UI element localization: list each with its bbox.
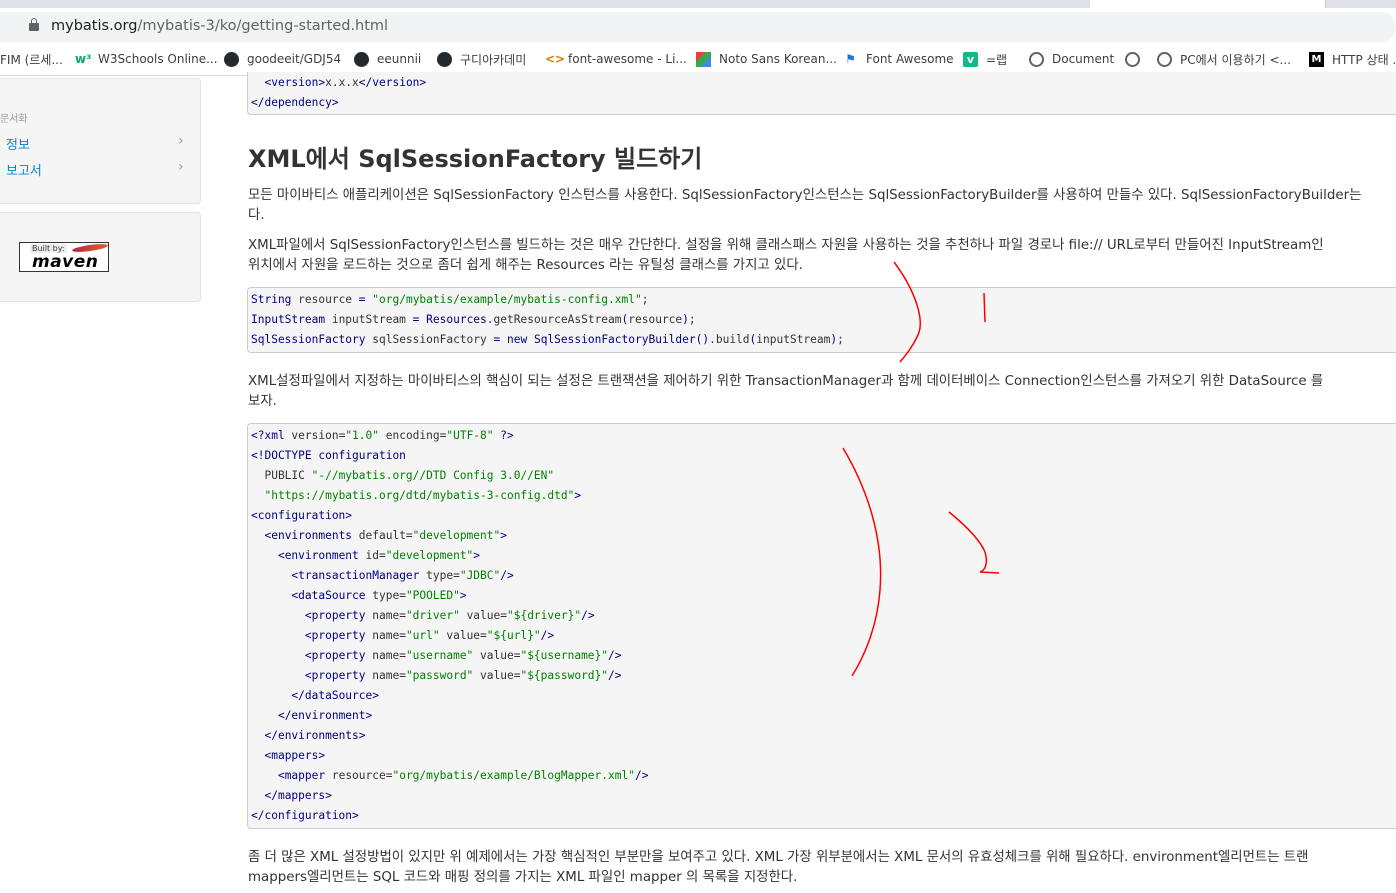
annotation-arrow	[948, 511, 1000, 574]
annotation-bracket	[842, 447, 882, 677]
annotation-tick	[983, 292, 986, 323]
annotation-curve	[893, 261, 921, 363]
pen-annotations	[842, 261, 1000, 677]
